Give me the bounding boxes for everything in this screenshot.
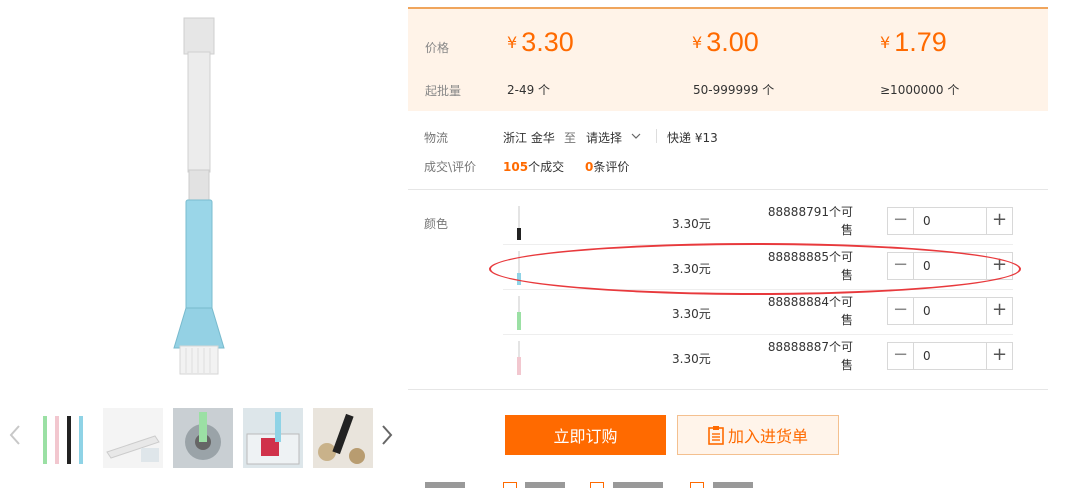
quantity-stepper: − +	[887, 207, 1013, 235]
quantity-input[interactable]	[915, 343, 985, 369]
currency-symbol: ¥	[507, 33, 518, 52]
deal-summary: 105个成交	[503, 158, 564, 175]
minus-button[interactable]: −	[888, 208, 914, 234]
currency-symbol: ¥	[692, 33, 703, 52]
quantity-stepper: − +	[887, 252, 1013, 280]
sku-row: 3.30元 88888884个可售 − +	[503, 290, 1013, 335]
tier-price: 1.79	[894, 27, 947, 57]
thumbnail-5[interactable]	[313, 408, 373, 468]
sku-price: 3.30元	[672, 262, 711, 276]
price-tier-2: ¥3.00	[692, 27, 759, 58]
thumbnail-1[interactable]	[33, 408, 93, 468]
quantity-input[interactable]	[915, 298, 985, 324]
minus-button[interactable]: −	[888, 298, 914, 324]
to-text: 至	[564, 131, 577, 145]
sku-thumbnail-pink[interactable]	[513, 339, 525, 375]
add-to-cart-label: 加入进货单	[727, 426, 808, 446]
quantity-stepper: − +	[887, 297, 1013, 325]
price-tier-1: ¥3.30	[507, 27, 574, 58]
plus-button[interactable]: +	[986, 298, 1012, 324]
deal-suffix: 个成交	[528, 160, 565, 174]
product-main-image[interactable]	[0, 0, 395, 395]
plus-button[interactable]: +	[986, 208, 1012, 234]
divider	[408, 189, 1048, 190]
tier-range-2: 50-999999 个	[693, 83, 775, 97]
origin-text: 浙江 金华	[503, 131, 555, 145]
separator	[656, 129, 657, 143]
thumbnail-2[interactable]	[103, 408, 163, 468]
price-panel: 价格 起批量 ¥3.30 ¥3.00 ¥1.79 2-49 个 50-99999…	[408, 7, 1048, 111]
deals-label: 成交\评价	[424, 160, 477, 174]
review-summary[interactable]: 0条评价	[585, 158, 629, 175]
sku-thumbnail-black[interactable]	[513, 204, 525, 240]
logistics-label: 物流	[424, 131, 449, 145]
chevron-left-icon[interactable]	[5, 420, 25, 450]
cropped-service-row	[425, 482, 775, 488]
sku-stock: 88888884个可售	[767, 295, 853, 327]
sku-row: 3.30元 88888791个可售 − +	[503, 200, 1013, 245]
sku-row: 3.30元 88888885个可售 − +	[503, 245, 1013, 290]
sku-stock: 88888887个可售	[767, 340, 853, 372]
sku-stock: 88888885个可售	[767, 250, 853, 282]
sku-thumbnail-green[interactable]	[513, 294, 525, 330]
color-label: 颜色	[424, 217, 449, 231]
price-tier-3: ¥1.79	[880, 27, 947, 58]
sku-price: 3.30元	[672, 217, 711, 231]
minus-button[interactable]: −	[888, 343, 914, 369]
plus-button[interactable]: +	[986, 253, 1012, 279]
destination-select[interactable]: 请选择	[586, 129, 642, 146]
quantity-input[interactable]	[915, 208, 985, 234]
review-suffix: 条评价	[593, 160, 630, 174]
shipping-fee: 快递 ¥13	[667, 131, 718, 145]
thumbnail-4[interactable]	[243, 408, 303, 468]
tier-price: 3.00	[706, 27, 759, 57]
sku-stock: 88888791个可售	[767, 205, 853, 237]
quantity-input[interactable]	[915, 253, 985, 279]
quantity-stepper: − +	[887, 342, 1013, 370]
sku-price: 3.30元	[672, 307, 711, 321]
divider	[408, 389, 1048, 390]
currency-symbol: ¥	[880, 33, 891, 52]
minus-button[interactable]: −	[888, 253, 914, 279]
sku-thumbnail-blue[interactable]	[513, 249, 525, 285]
destination-value: 请选择	[586, 131, 623, 145]
sku-row: 3.30元 88888887个可售 − +	[503, 335, 1013, 380]
thumbnail-strip	[0, 400, 405, 475]
tier-range-3: ≥1000000 个	[880, 83, 960, 97]
plus-button[interactable]: +	[986, 343, 1012, 369]
chevron-down-icon	[631, 133, 641, 139]
clipboard-icon	[708, 426, 724, 446]
tier-price: 3.30	[521, 27, 574, 57]
buy-now-button[interactable]: 立即订购	[505, 415, 666, 455]
min-qty-label: 起批量	[425, 84, 462, 98]
deal-count: 105	[503, 160, 529, 174]
thumbnail-3[interactable]	[173, 408, 233, 468]
chevron-right-icon[interactable]	[377, 420, 397, 450]
add-to-cart-button[interactable]: 加入进货单	[677, 415, 839, 455]
tier-range-1: 2-49 个	[507, 83, 551, 97]
price-label: 价格	[425, 41, 450, 55]
sku-price: 3.30元	[672, 352, 711, 366]
